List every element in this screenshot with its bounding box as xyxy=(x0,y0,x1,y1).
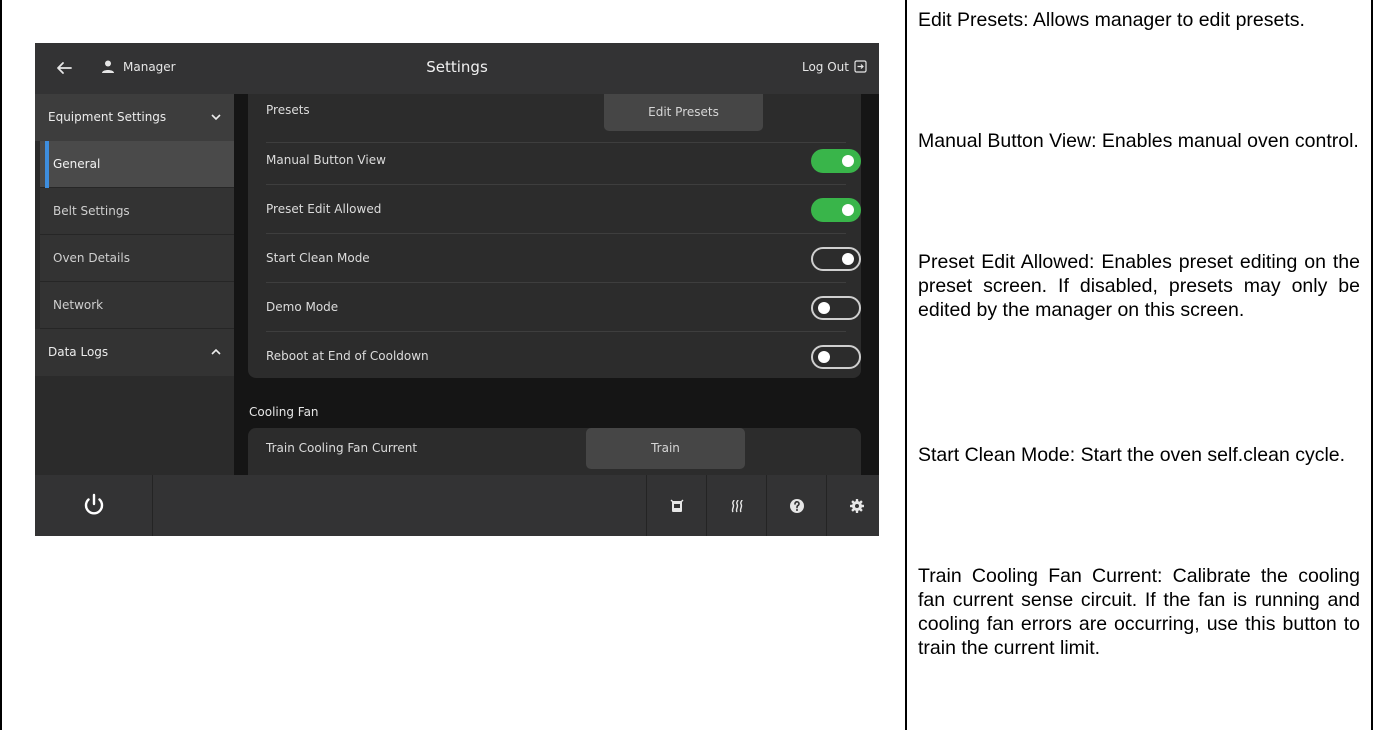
sidebar-item-network[interactable]: Network xyxy=(40,282,234,329)
edit-presets-button[interactable]: Edit Presets xyxy=(604,94,763,131)
help-button[interactable] xyxy=(766,475,826,536)
sidebar-group-data-logs[interactable]: Data Logs xyxy=(35,329,234,376)
manual-button-view-toggle[interactable] xyxy=(811,149,861,173)
chevron-up-icon xyxy=(211,348,221,355)
toggle-knob xyxy=(818,302,830,314)
document-column-divider xyxy=(905,0,907,730)
sidebar-item-label: Network xyxy=(53,298,104,312)
power-icon xyxy=(84,493,104,515)
reboot-at-end-of-cooldown-toggle[interactable] xyxy=(811,345,861,369)
setting-label: Preset Edit Allowed xyxy=(266,202,382,216)
cooling-fan-section-title: Cooling Fan xyxy=(249,405,319,419)
setting-row-demo-mode: Demo Mode xyxy=(266,283,861,332)
settings-button[interactable] xyxy=(826,475,879,536)
toggle-knob xyxy=(842,253,854,265)
toggle-knob xyxy=(842,155,854,167)
toggle-knob xyxy=(842,204,854,216)
gear-icon xyxy=(850,499,864,513)
toggle-knob xyxy=(818,351,830,363)
sidebar-group-equipment-settings[interactable]: Equipment Settings xyxy=(35,94,234,141)
setting-row-preset-edit-allowed: Preset Edit Allowed xyxy=(266,185,861,234)
document-right-border xyxy=(1371,0,1373,730)
cooling-fan-panel: Train Cooling Fan Current Train xyxy=(248,428,861,475)
sidebar-item-label: General xyxy=(53,157,101,171)
sidebar-group-label: Data Logs xyxy=(48,345,109,359)
sidebar-item-label: Oven Details xyxy=(53,251,130,265)
chevron-down-icon xyxy=(211,114,221,121)
setting-label: Demo Mode xyxy=(266,300,339,314)
document-left-border xyxy=(0,0,2,730)
bottom-bar xyxy=(35,475,879,536)
sidebar-group-label: Equipment Settings xyxy=(48,110,167,124)
edit-presets-description: Edit Presets: Allows manager to edit pre… xyxy=(918,9,1305,31)
help-icon xyxy=(790,499,804,513)
sidebar-item-belt-settings[interactable]: Belt Settings xyxy=(40,188,234,235)
setting-label: Reboot at End of Cooldown xyxy=(266,349,429,363)
manual-button-view-description: Manual Button View: Enables manual oven … xyxy=(918,130,1359,152)
top-bar: Manager Settings Log Out xyxy=(35,43,879,94)
device-screen: Manager Settings Log Out Equipment Setti… xyxy=(35,43,879,536)
sidebar: Equipment Settings General Belt Settings… xyxy=(35,94,234,475)
start-clean-mode-toggle[interactable] xyxy=(811,247,861,271)
description-column: Edit Presets: Allows manager to edit pre… xyxy=(918,0,1360,730)
general-settings-panel: Presets Edit Presets Manual Button View … xyxy=(248,94,861,378)
setting-row-reboot-at-end-of-cooldown: Reboot at End of Cooldown xyxy=(266,332,861,381)
sidebar-item-oven-details[interactable]: Oven Details xyxy=(40,235,234,282)
demo-mode-toggle[interactable] xyxy=(811,296,861,320)
oven-mode-button[interactable] xyxy=(646,475,706,536)
train-cooling-fan-description: Train Cooling Fan Current: Calibrate the… xyxy=(918,565,1360,659)
sidebar-item-label: Belt Settings xyxy=(53,204,130,218)
start-clean-mode-description: Start Clean Mode: Start the oven self.cl… xyxy=(918,444,1346,466)
setting-row-start-clean-mode: Start Clean Mode xyxy=(266,234,861,283)
heat-button[interactable] xyxy=(706,475,766,536)
power-button[interactable] xyxy=(35,475,153,536)
preset-edit-allowed-toggle[interactable] xyxy=(811,198,861,222)
settings-content: Presets Edit Presets Manual Button View … xyxy=(234,94,879,475)
train-cooling-fan-label: Train Cooling Fan Current xyxy=(266,441,418,455)
setting-label: Start Clean Mode xyxy=(266,251,370,265)
sidebar-item-general[interactable]: General xyxy=(40,141,234,188)
heat-icon xyxy=(731,499,743,513)
train-button[interactable]: Train xyxy=(586,428,745,469)
logout-button[interactable]: Log Out xyxy=(802,60,849,74)
logout-icon[interactable] xyxy=(854,60,867,73)
setting-label: Manual Button View xyxy=(266,153,386,167)
page-title: Settings xyxy=(426,58,488,76)
preset-edit-allowed-description: Preset Edit Allowed: Enables preset edit… xyxy=(918,251,1360,321)
presets-label: Presets xyxy=(266,103,310,117)
oven-icon xyxy=(670,499,684,512)
setting-row-manual-button-view: Manual Button View xyxy=(266,136,861,185)
